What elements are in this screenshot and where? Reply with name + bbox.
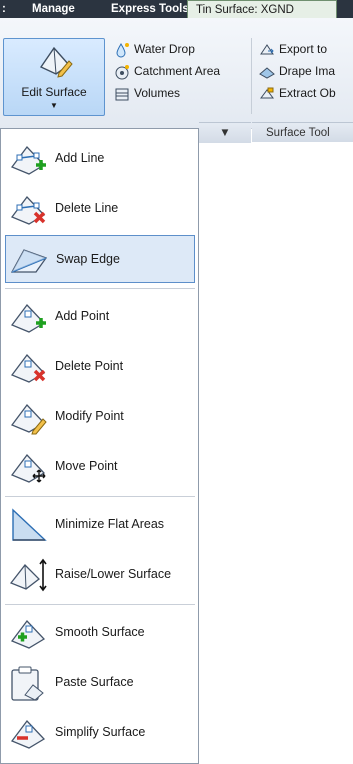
- add-line-icon: [10, 145, 46, 175]
- menu-item-minimize-flat-areas[interactable]: Minimize Flat Areas: [5, 501, 195, 549]
- menu-item-label: Delete Line: [55, 201, 119, 215]
- menu-item-raise-lower-surface[interactable]: Raise/Lower Surface: [5, 551, 195, 599]
- menu-item-label: Modify Point: [55, 409, 124, 423]
- water-drop-button[interactable]: Water Drop: [114, 38, 195, 60]
- edit-surface-label: Edit Surface: [21, 85, 87, 99]
- menu-item-swap-edge[interactable]: Swap Edge: [5, 235, 195, 283]
- tab-manage[interactable]: Manage: [32, 0, 75, 18]
- chevron-down-icon: ▼: [50, 101, 58, 110]
- export-icon: [260, 43, 274, 55]
- edit-surface-button[interactable]: Edit Surface ▼: [3, 38, 105, 116]
- menu-separator: [5, 496, 195, 497]
- swap-edge-icon: [10, 249, 48, 273]
- catchment-area-label: Catchment Area: [134, 64, 221, 78]
- menu-item-label: Delete Point: [55, 359, 124, 373]
- menu-item-label: Move Point: [55, 459, 118, 473]
- catchment-area-button[interactable]: Catchment Area: [114, 60, 220, 82]
- water-drop-label: Water Drop: [134, 42, 195, 56]
- volumes-label: Volumes: [134, 86, 181, 100]
- delete-line-icon: [10, 195, 46, 225]
- menu-item-smooth-surface[interactable]: Smooth Surface: [5, 609, 195, 657]
- drape-image-label: Drape Ima: [279, 64, 336, 78]
- menu-item-label: Add Point: [55, 309, 110, 323]
- catchment-area-icon: [115, 64, 129, 80]
- menu-item-add-line[interactable]: Add Line: [5, 135, 195, 183]
- pencil-surface-icon: [39, 46, 73, 78]
- menu-item-simplify-surface[interactable]: Simplify Surface: [5, 709, 195, 757]
- water-drop-icon: [116, 42, 129, 58]
- tab-tin-surface[interactable]: Tin Surface: XGND: [187, 0, 337, 19]
- menu-item-label: Add Line: [55, 151, 105, 165]
- export-label: Export to: [279, 42, 328, 56]
- add-point-icon: [10, 303, 46, 333]
- menu-item-label: Smooth Surface: [55, 625, 145, 639]
- menu-item-label: Swap Edge: [56, 252, 120, 266]
- menu-item-modify-point[interactable]: Modify Point: [5, 393, 195, 441]
- menu-item-label: Raise/Lower Surface: [55, 567, 172, 581]
- drape-image-icon: [259, 67, 275, 79]
- raise-lower-surface-icon: [9, 558, 47, 592]
- extract-objects-icon: [260, 87, 274, 99]
- menu-separator: [5, 288, 195, 289]
- smooth-surface-icon: [10, 619, 46, 649]
- paste-surface-icon: [11, 666, 44, 701]
- modify-point-icon: [10, 403, 47, 435]
- menu-item-move-point[interactable]: Move Point: [5, 443, 195, 491]
- move-point-icon: [10, 453, 46, 483]
- delete-point-icon: [10, 353, 46, 383]
- ribbon-divider: [251, 38, 252, 114]
- menu-item-label: Minimize Flat Areas: [55, 517, 165, 531]
- volumes-button[interactable]: Volumes: [114, 82, 180, 104]
- tab-overflow[interactable]: :: [2, 0, 6, 18]
- menu-item-add-point[interactable]: Add Point: [5, 293, 195, 341]
- tab-express-tools[interactable]: Express Tools: [111, 0, 189, 18]
- menu-item-delete-line[interactable]: Delete Line: [5, 185, 195, 233]
- volumes-icon: [115, 88, 129, 101]
- surface-tools-panel-title[interactable]: Surface Tool: [252, 122, 353, 142]
- edit-surface-dropdown-menu: Add Line Delete Line Swap Edge Add Point: [0, 128, 199, 764]
- menu-item-label: Simplify Surface: [55, 725, 146, 739]
- menu-item-label: Paste Surface: [55, 675, 134, 689]
- simplify-surface-icon: [10, 719, 46, 749]
- drape-image-button[interactable]: Drape Ima: [259, 60, 335, 82]
- panel-expand-arrow[interactable]: ▼: [199, 122, 251, 143]
- menu-item-paste-surface[interactable]: Paste Surface: [5, 659, 195, 707]
- ribbon-tab-strip: : Manage Express Tools Tin Surface: XGND: [0, 0, 353, 19]
- menu-separator: [5, 604, 195, 605]
- extract-objects-label: Extract Ob: [279, 86, 336, 100]
- minimize-flat-areas-icon: [12, 508, 47, 541]
- extract-objects-button[interactable]: Extract Ob: [259, 82, 336, 104]
- menu-item-delete-point[interactable]: Delete Point: [5, 343, 195, 391]
- export-button[interactable]: Export to: [259, 38, 327, 60]
- ribbon-panel: Edit Surface ▼ Water Drop Catchment Area…: [0, 18, 353, 143]
